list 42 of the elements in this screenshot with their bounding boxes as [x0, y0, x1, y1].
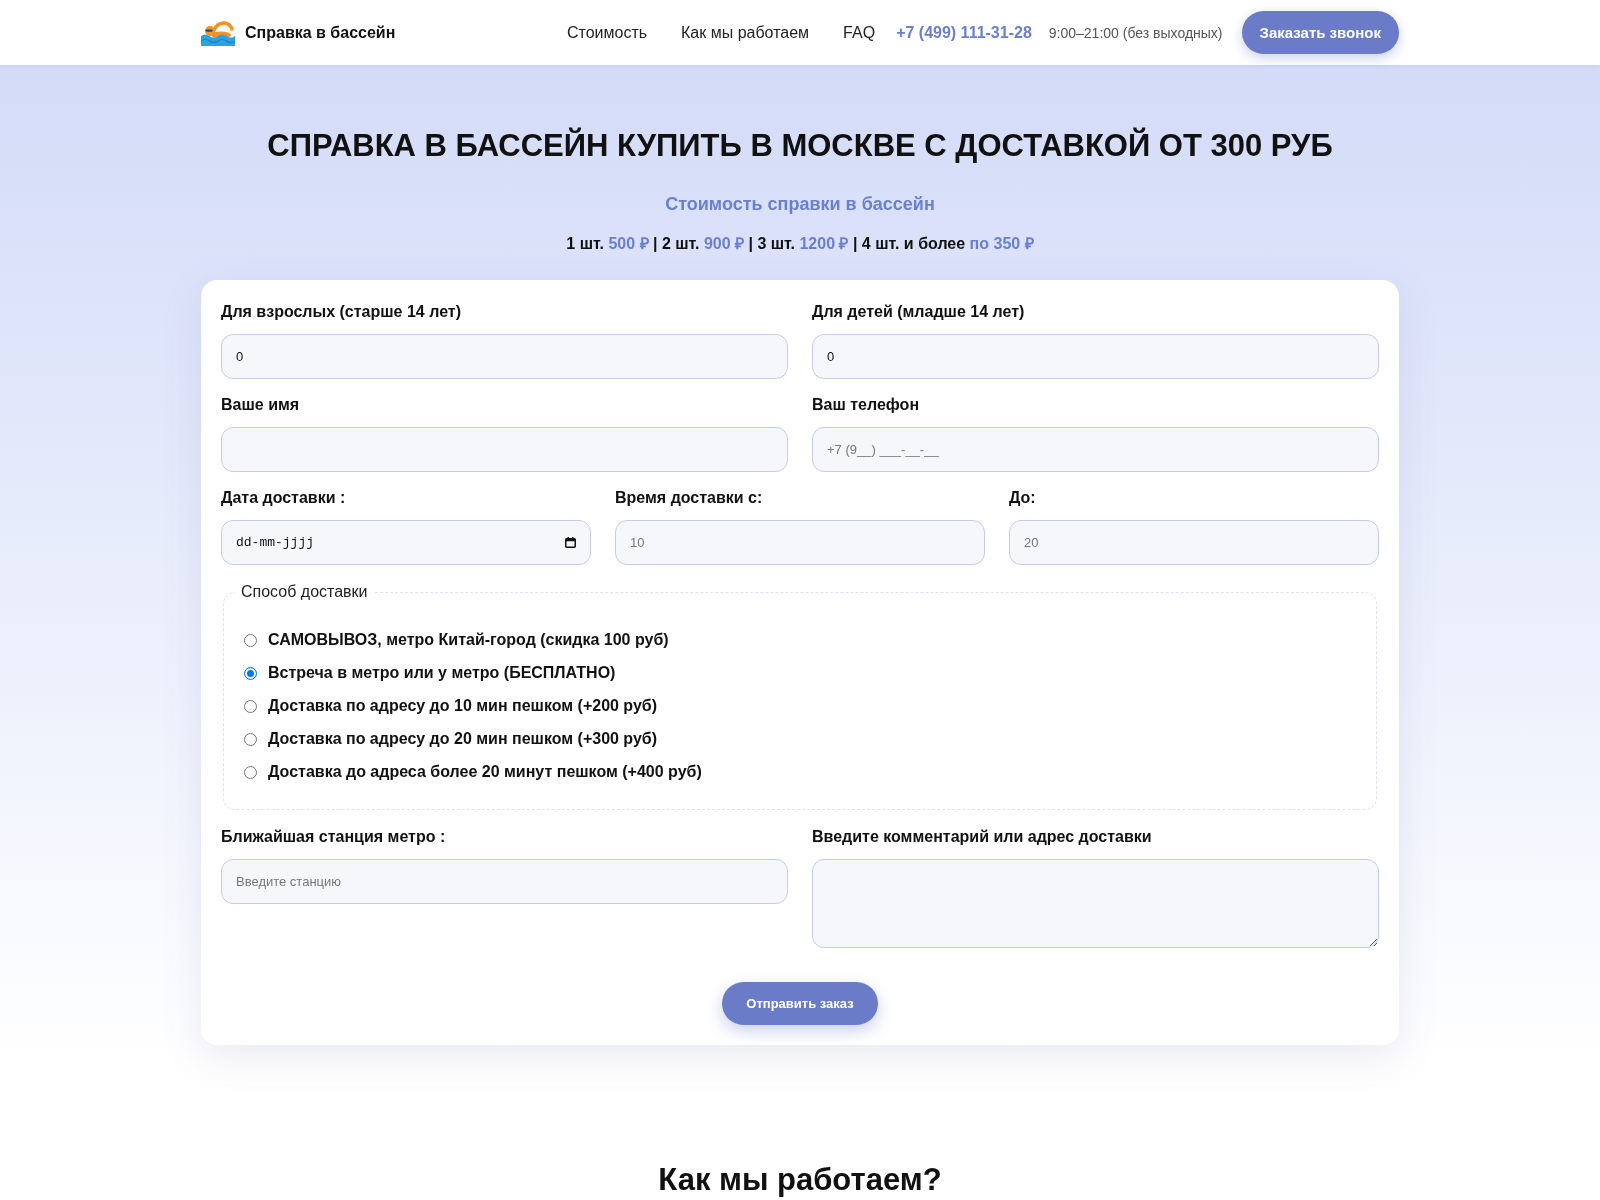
radio-button[interactable] [244, 633, 257, 647]
nav-link[interactable]: Стоимость [566, 23, 648, 42]
option-label: САМОВЫВОЗ, метро Китай-город (скидка 100 руб) [268, 630, 669, 650]
field-label: Для взрослых (старше 14 лет) [221, 302, 461, 322]
price-list: 1 шт. 500 ₽ | 2 шт. 900 ₽ | 3 шт. 1200 ₽ | 4 шт. и более по 350 ₽ [201, 234, 1399, 254]
field-label: Ближайшая станция метро : [221, 827, 446, 847]
working-hours: 9:00–21:00 (без выходных) [1048, 24, 1223, 41]
radio-button[interactable] [244, 765, 257, 779]
input-field[interactable] [221, 427, 788, 472]
option-label: Доставка по адресу до 20 мин пешком (+300 руб) [268, 729, 658, 749]
input-field[interactable]: 20 [1009, 520, 1379, 565]
input-field[interactable]: 0 [221, 334, 788, 379]
date-field[interactable]: dd-mm-jjjj [221, 520, 591, 565]
nav-link[interactable]: FAQ [843, 23, 876, 42]
field-label: Дата доставки : [221, 488, 346, 508]
radio-button[interactable] [244, 666, 257, 680]
option-label: Доставка по адресу до 10 мин пешком (+200 руб) [268, 696, 658, 716]
radio-button[interactable] [244, 699, 257, 713]
field-label: Ваше имя [221, 395, 300, 415]
option-label: Доставка до адреса более 20 минут пешком (+400 руб) [268, 762, 702, 782]
input-field[interactable]: Введите станцию [221, 859, 788, 904]
input-field[interactable]: +7 (9__) ___-__-__ [812, 427, 1379, 472]
price-heading: Стоимость справки в бассейн [664, 193, 936, 215]
submit-button[interactable]: Отправить заказ [722, 982, 878, 1025]
page-title: СПРАВКА В БАССЕЙН КУПИТЬ В МОСКВЕ С ДОСТАВКОЙ ОТ 300 РУБ [266, 127, 1334, 165]
call-button[interactable]: Заказать звонок [1241, 11, 1399, 54]
field-label: Время доставки с: [615, 488, 763, 508]
nav-link[interactable]: Как мы работаем [681, 23, 810, 42]
group-label: Способ доставки [240, 582, 369, 602]
calendar-icon[interactable] [565, 537, 576, 548]
field-label: До: [1009, 488, 1036, 508]
input-field[interactable]: 0 [812, 334, 1379, 379]
site-name[interactable]: Справка в бассейн [245, 23, 396, 42]
field-label: Ваш телефон [812, 395, 920, 415]
phone-link[interactable]: +7 (499) 111-31-28 [896, 23, 1032, 42]
option-label: Встреча в метро или у метро (БЕСПЛАТНО) [268, 663, 616, 683]
field-label: Введите комментарий или адрес доставки [812, 827, 1152, 847]
swimmer-icon [201, 19, 235, 46]
input-field[interactable]: 10 [615, 520, 985, 565]
field-label: Для детей (младше 14 лет) [812, 302, 1025, 322]
section-title: Как мы работаем? [657, 1161, 943, 1199]
radio-button[interactable] [244, 732, 257, 746]
